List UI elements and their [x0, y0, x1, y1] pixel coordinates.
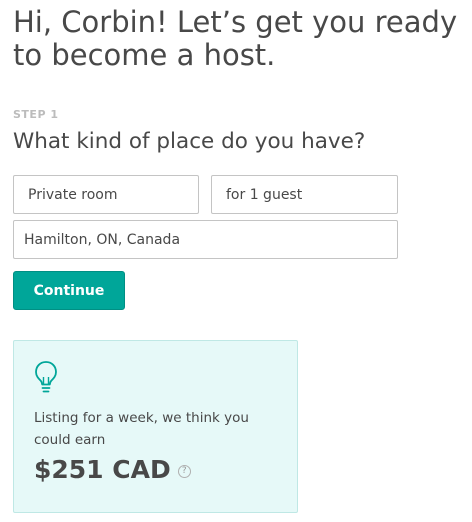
location-input[interactable]: Hamilton, ON, Canada: [13, 220, 398, 259]
guest-count-select[interactable]: for 1 guest: [211, 175, 398, 214]
continue-button[interactable]: Continue: [13, 271, 125, 310]
room-type-value: Private room: [28, 186, 118, 203]
earnings-estimate-card: Listing for a week, we think you could e…: [13, 340, 298, 513]
earnings-description: Listing for a week, we think you could e…: [34, 410, 249, 448]
step-question: What kind of place do you have?: [13, 129, 366, 154]
location-value: Hamilton, ON, Canada: [24, 231, 181, 248]
lightbulb-icon: [35, 361, 57, 393]
earnings-amount-row: $251 CAD ?: [34, 455, 191, 484]
page-title: Hi, Corbin! Let’s get you ready to becom…: [13, 5, 458, 72]
help-icon[interactable]: ?: [177, 465, 191, 478]
earnings-amount: $251 CAD: [34, 455, 171, 484]
step-label: STEP 1: [13, 108, 59, 121]
guest-count-value: for 1 guest: [226, 186, 303, 203]
room-type-select[interactable]: Private room: [13, 175, 199, 214]
